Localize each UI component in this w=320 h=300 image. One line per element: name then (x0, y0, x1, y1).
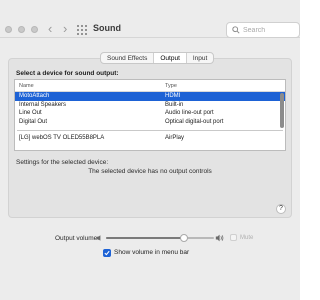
tab-bar: Sound Effects Output Input (100, 52, 215, 64)
device-name: Digital Out (19, 118, 48, 125)
device-type: Optical digital-out port (165, 118, 224, 125)
device-row[interactable]: Internal Speakers Built-in (15, 101, 285, 110)
device-type: HDMI (165, 93, 181, 99)
output-volume-label: Output volume: (55, 235, 100, 242)
column-header-name[interactable]: Name (19, 83, 34, 89)
device-row[interactable]: Line Out Audio line-out port (15, 109, 285, 118)
forward-arrow-icon[interactable]: › (63, 22, 67, 36)
window-title: Sound (93, 23, 121, 33)
help-icon[interactable]: ? (276, 204, 286, 214)
device-type: Audio line-out port (165, 110, 214, 116)
search-field[interactable] (226, 22, 300, 38)
device-name: [LG] webOS TV OLED55B8PLA (19, 135, 105, 141)
no-controls-message: The selected device has no output contro… (88, 168, 212, 175)
device-name: Line Out (19, 110, 42, 116)
volume-slider[interactable] (106, 237, 214, 239)
show-volume-checkbox[interactable] (103, 249, 111, 257)
settings-label: Settings for the selected device: (16, 159, 109, 166)
speaker-high-icon (215, 234, 224, 242)
select-device-label: Select a device for sound output: (16, 70, 119, 77)
airplay-device-row[interactable]: [LG] webOS TV OLED55B8PLA AirPlay (15, 134, 285, 143)
search-icon (232, 26, 240, 34)
speaker-low-icon (96, 235, 101, 241)
device-row[interactable]: Digital Out Optical digital-out port (15, 118, 285, 127)
grid-icon[interactable] (77, 25, 87, 35)
device-name: MotoAttach (19, 93, 50, 99)
device-type: Built-in (165, 101, 184, 108)
device-list-header: Name Type (15, 80, 285, 92)
volume-slider-fill (106, 237, 184, 239)
tab-input[interactable]: Input (187, 53, 213, 63)
output-device-list[interactable]: Name Type MotoAttach HDMI Internal Speak… (14, 79, 286, 151)
mute-checkbox[interactable] (230, 234, 237, 241)
device-list-divider (17, 126, 283, 131)
sound-preferences-window: ‹ › Sound Sound Effects Output Input Sel… (0, 0, 300, 300)
tab-output[interactable]: Output (154, 53, 187, 63)
volume-slider-thumb[interactable] (179, 234, 188, 242)
device-list-scrollbar[interactable] (280, 93, 284, 128)
show-volume-label: Show volume in menu bar (114, 249, 190, 256)
zoom-window-button[interactable] (31, 26, 38, 33)
title-bar: ‹ › Sound (0, 0, 300, 38)
search-input[interactable] (243, 25, 298, 36)
device-row[interactable]: MotoAttach HDMI (15, 92, 285, 101)
tab-sound-effects[interactable]: Sound Effects (101, 53, 155, 63)
column-header-type[interactable]: Type (165, 83, 177, 89)
minimize-window-button[interactable] (18, 26, 25, 33)
device-type: AirPlay (165, 135, 185, 141)
close-window-button[interactable] (5, 26, 12, 33)
back-arrow-icon[interactable]: ‹ (48, 22, 52, 36)
device-name: Internal Speakers (19, 101, 67, 108)
checkmark-icon (104, 250, 110, 256)
mute-label: Mute (240, 235, 254, 241)
